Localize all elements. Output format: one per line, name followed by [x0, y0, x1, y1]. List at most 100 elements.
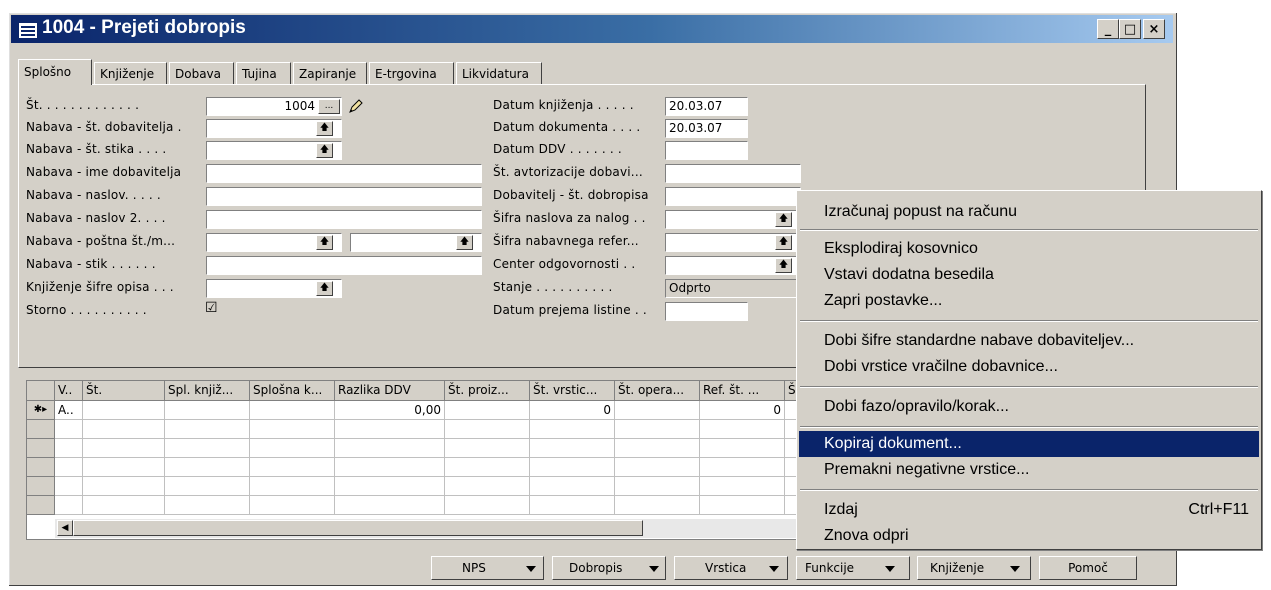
correction-checkbox[interactable]: ☑ — [205, 300, 218, 316]
tab-likvidatura[interactable]: Likvidatura — [456, 62, 542, 84]
table-cell[interactable]: 0 — [530, 401, 615, 420]
table-cell[interactable]: 0 — [700, 401, 785, 420]
table-cell[interactable]: 0,00 — [335, 401, 445, 420]
close-button[interactable]: × — [1143, 19, 1165, 39]
column-header[interactable]: Št. opera... — [615, 381, 700, 401]
scroll-thumb[interactable] — [73, 520, 643, 536]
field-label: Datum dokumenta . . . . — [493, 120, 641, 134]
tab-tujina[interactable]: Tujina — [236, 62, 291, 84]
vendor-authorization-field[interactable] — [665, 164, 801, 183]
vendor-credit-memo-field[interactable] — [665, 187, 801, 206]
functions-menu-button[interactable]: Funkcije — [796, 556, 910, 580]
menu-separator — [800, 386, 1258, 388]
new-row-marker[interactable]: ✱▸ — [27, 401, 55, 420]
menu-item-reopen[interactable]: Znova odpri — [799, 523, 1259, 549]
grid-lines — [82, 420, 83, 515]
lookup-arrow-icon[interactable]: 🡅 — [775, 212, 792, 227]
menu-item-release[interactable]: Izdaj Ctrl+F11 — [799, 497, 1259, 523]
table-cell[interactable] — [615, 401, 700, 420]
lookup-arrow-icon[interactable]: 🡅 — [316, 143, 333, 158]
menu-item-explode-bom[interactable]: Eksplodiraj kosovnico — [799, 236, 1259, 262]
column-header[interactable]: Št. proiz... — [445, 381, 530, 401]
vat-date-field[interactable] — [665, 141, 748, 160]
field-label: Nabava - ime dobavitelja — [26, 165, 182, 179]
row-selector[interactable] — [27, 420, 55, 439]
maximize-button[interactable]: □ — [1119, 19, 1141, 39]
tab-dobava[interactable]: Dobava — [169, 62, 234, 84]
tab-zapiranje[interactable]: Zapiranje — [293, 62, 367, 84]
field-label: Stanje . . . . . . . . . . — [493, 280, 613, 294]
dropdown-arrow-icon — [885, 566, 895, 572]
button-label: Knjiženje — [930, 561, 985, 575]
minimize-button[interactable]: _ — [1097, 19, 1119, 39]
table-cell[interactable] — [165, 401, 250, 420]
menu-item-get-return-shipment-lines[interactable]: Dobi vrstice vračilne dobavnice... — [799, 354, 1259, 380]
column-header[interactable]: Št. — [83, 381, 165, 401]
help-button[interactable]: Pomoč — [1039, 556, 1137, 580]
menu-item-close-entries[interactable]: Zapri postavke... — [799, 288, 1259, 314]
field-label: Šifra naslova za nalog . . — [493, 211, 646, 225]
row-selector[interactable] — [27, 477, 55, 496]
row-selector[interactable] — [27, 496, 55, 515]
lookup-arrow-icon[interactable]: 🡅 — [775, 258, 792, 273]
nps-menu-button[interactable]: NPS — [431, 556, 544, 580]
menu-item-get-phase-task-step[interactable]: Dobi fazo/opravilo/korak... — [799, 394, 1259, 420]
shortcut-label: Ctrl+F11 — [1188, 501, 1249, 518]
menu-separator — [800, 229, 1258, 231]
field-label: Šifra nabavnega refer... — [493, 234, 639, 248]
assist-edit-button[interactable]: ... — [318, 99, 340, 114]
lookup-arrow-icon[interactable]: 🡅 — [316, 121, 333, 136]
column-header[interactable]: Ref. št. ... — [700, 381, 785, 401]
button-label: Vrstica — [705, 561, 747, 575]
field-label: Nabava - naslov. . . . . — [26, 188, 161, 202]
field-label: Št. avtorizacije dobavi... — [493, 165, 643, 179]
menu-separator — [800, 320, 1258, 322]
row-selector[interactable] — [27, 439, 55, 458]
form-icon — [18, 22, 38, 39]
table-cell[interactable]: A.. — [55, 401, 83, 420]
table-cell[interactable] — [83, 401, 165, 420]
dropdown-arrow-icon — [769, 566, 779, 572]
pencil-icon[interactable] — [347, 99, 365, 115]
column-header[interactable]: Razlika DDV — [335, 381, 445, 401]
menu-item-calculate-discount[interactable]: Izračunaj popust na računu — [799, 199, 1259, 225]
menu-item-insert-ext-texts[interactable]: Vstavi dodatna besedila — [799, 262, 1259, 288]
lookup-arrow-icon[interactable]: 🡅 — [775, 235, 792, 250]
vendor-name-field[interactable] — [206, 164, 482, 183]
field-label: Nabava - stik . . . . . . — [26, 257, 156, 271]
posting-date-field[interactable]: 20.03.07 — [665, 97, 748, 116]
line-menu-button[interactable]: Vrstica — [674, 556, 788, 580]
row-selector[interactable] — [27, 458, 55, 477]
column-header[interactable]: Splošna k... — [250, 381, 335, 401]
tab-knjizenje[interactable]: Knjiženje — [94, 62, 167, 84]
lines-grid[interactable]: V.. Št. Spl. knjiž... Splošna k... Razli… — [26, 380, 826, 540]
button-label: Pomoč — [1068, 561, 1108, 575]
column-header[interactable]: Spl. knjiž... — [165, 381, 250, 401]
grid-corner — [27, 381, 55, 401]
tab-splosno[interactable]: Splošno — [18, 59, 92, 85]
menu-item-copy-document[interactable]: Kopiraj dokument... — [799, 431, 1259, 457]
menu-item-move-negative-lines[interactable]: Premakni negativne vrstice... — [799, 457, 1259, 483]
button-label: Funkcije — [805, 561, 855, 575]
tab-e-trgovina[interactable]: E-trgovina — [369, 62, 454, 84]
receipt-date-field[interactable] — [665, 302, 748, 321]
horizontal-scrollbar[interactable]: ◀ — [55, 518, 825, 538]
contact-field[interactable] — [206, 256, 482, 275]
lookup-arrow-icon[interactable]: 🡅 — [316, 235, 333, 250]
field-label: Nabava - št. stika . . . . — [26, 142, 167, 156]
document-date-field[interactable]: 20.03.07 — [665, 119, 748, 138]
credit-memo-menu-button[interactable]: Dobropis — [552, 556, 666, 580]
address-field[interactable] — [206, 187, 482, 206]
menu-item-get-std-vendor-codes[interactable]: Dobi šifre standardne nabave dobavitelje… — [799, 328, 1259, 354]
field-label: Storno . . . . . . . . . . — [26, 303, 147, 317]
column-header[interactable]: V.. — [55, 381, 83, 401]
address-2-field[interactable] — [206, 210, 482, 229]
empty-rows[interactable] — [55, 420, 825, 515]
scroll-left-icon[interactable]: ◀ — [57, 520, 73, 536]
lookup-arrow-icon[interactable]: 🡅 — [316, 281, 333, 296]
column-header[interactable]: Št. vrstic... — [530, 381, 615, 401]
table-cell[interactable] — [250, 401, 335, 420]
lookup-arrow-icon[interactable]: 🡅 — [456, 235, 473, 250]
posting-menu-button[interactable]: Knjiženje — [917, 556, 1031, 580]
table-cell[interactable] — [445, 401, 530, 420]
